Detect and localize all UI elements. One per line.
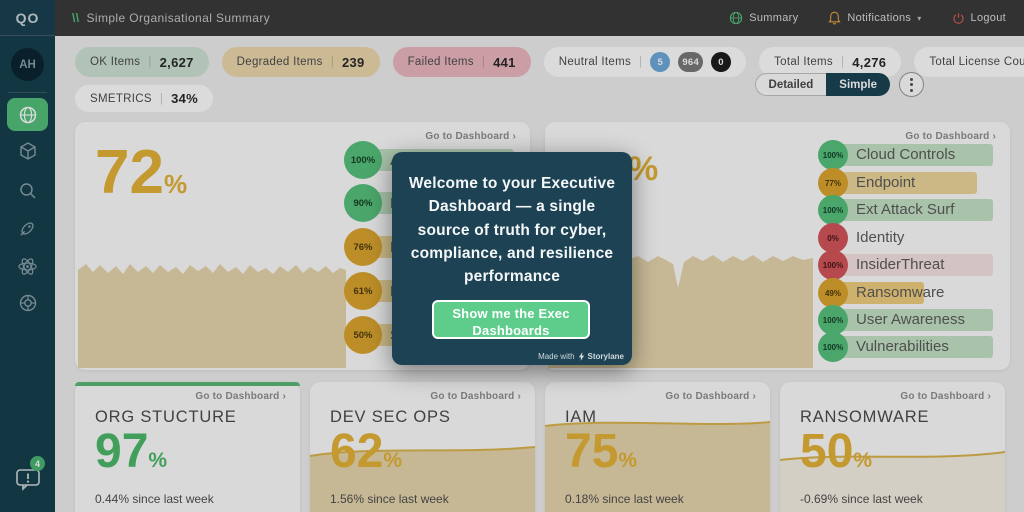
- show-exec-dashboards-button[interactable]: Show me the Exec Dashboards: [432, 300, 590, 339]
- button-label-line1: Show me the Exec: [434, 306, 588, 323]
- welcome-modal-message: Welcome to your Executive Dashboard — a …: [406, 172, 618, 288]
- storylane-logo-icon: [578, 352, 585, 361]
- storylane-credit: Made with Storylane: [538, 352, 624, 361]
- button-label-line2: Dashboards: [434, 323, 588, 340]
- credit-brand: Storylane: [588, 352, 624, 361]
- welcome-modal: Welcome to your Executive Dashboard — a …: [392, 152, 632, 365]
- credit-text: Made with: [538, 352, 574, 361]
